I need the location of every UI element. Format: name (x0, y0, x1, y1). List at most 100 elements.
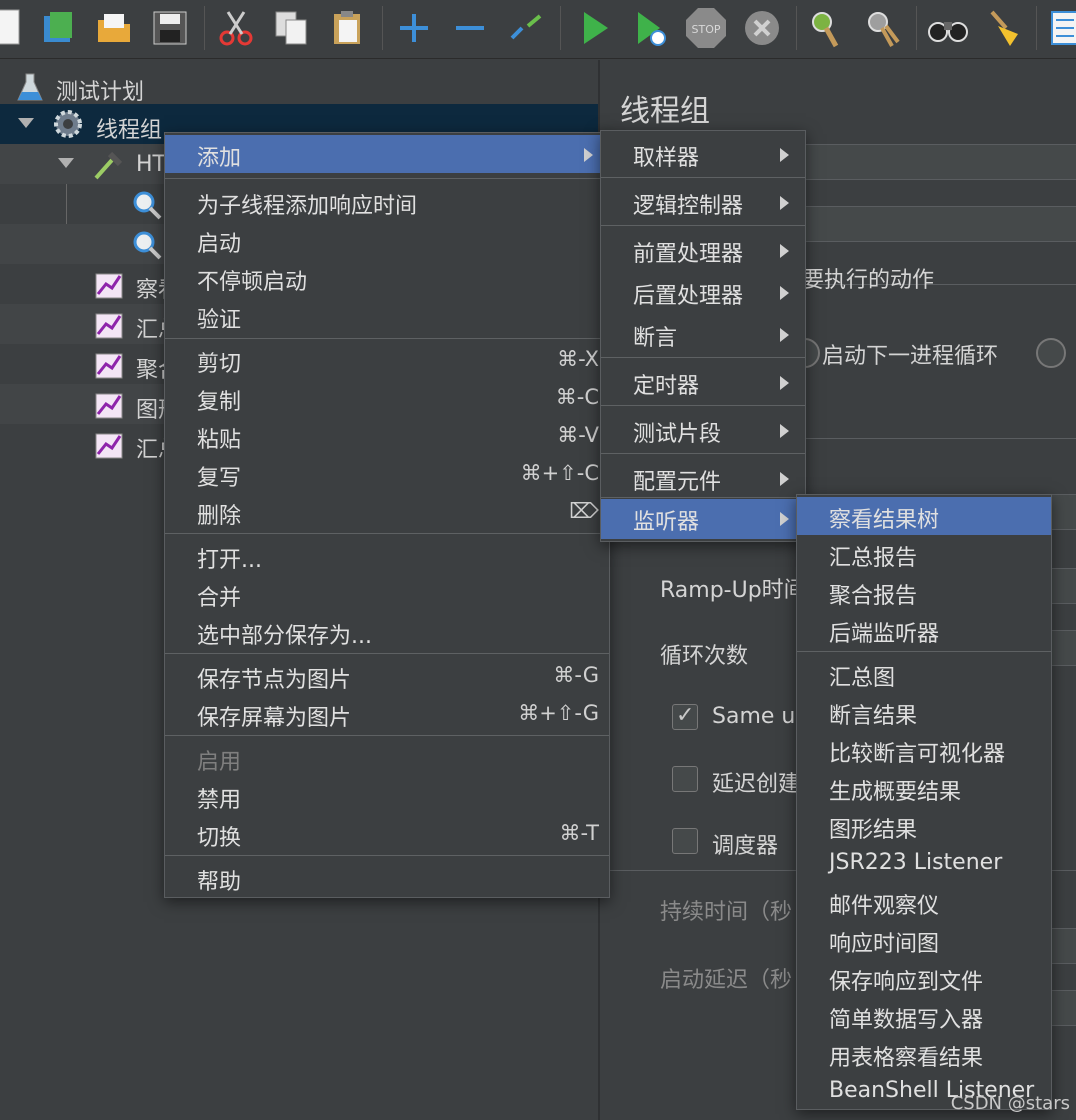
menu-item-duplicate[interactable]: 复写 ⌘+⇧-C (165, 455, 609, 493)
menu-item-label: 后端监听器 (829, 622, 940, 647)
scheduler-checkbox[interactable] (672, 828, 698, 854)
menu-item-label: 合并 (197, 586, 242, 611)
delay-create-checkbox[interactable] (672, 766, 698, 792)
new-icon[interactable] (0, 6, 30, 50)
menu-item-enable: 启用 (165, 739, 609, 777)
menu-item-label: 保存节点为图片 (197, 668, 352, 693)
clear-all-icon[interactable] (860, 6, 904, 50)
menu-item-sampler[interactable]: 取样器 (601, 135, 805, 173)
menu-item-pre-processor[interactable]: 前置处理器 (601, 231, 805, 269)
same-user-checkbox[interactable] (672, 703, 698, 730)
radio-stop-thread[interactable] (1036, 338, 1066, 368)
menu-item-cut[interactable]: 剪切 ⌘-X (165, 341, 609, 379)
menu-item-save-responses[interactable]: 保存响应到文件 (797, 959, 1051, 997)
menu-item-label: 为子线程添加响应时间 (197, 194, 418, 219)
menu-item-aggregate-report[interactable]: 聚合报告 (797, 573, 1051, 611)
menu-item-test-fragment[interactable]: 测试片段 (601, 411, 805, 449)
menu-item-disable[interactable]: 禁用 (165, 777, 609, 815)
paste-icon[interactable] (326, 6, 370, 50)
menu-item-logic-controller[interactable]: 逻辑控制器 (601, 183, 805, 221)
menu-item-label: 逻辑控制器 (633, 194, 744, 219)
menu-item-view-results-table[interactable]: 用表格察看结果 (797, 1035, 1051, 1073)
menu-item-label: 添加 (197, 146, 242, 171)
menu-item-assertion-results[interactable]: 断言结果 (797, 693, 1051, 731)
search-icon[interactable] (926, 6, 970, 50)
shortcut-label: ⌘-V (557, 423, 599, 447)
menu-item-graph-results[interactable]: 图形结果 (797, 807, 1051, 845)
toggle-icon[interactable] (504, 6, 548, 50)
menu-item-label: 启用 (197, 750, 242, 775)
menu-item-start-no-pause[interactable]: 不停顿启动 (165, 259, 609, 297)
start-icon[interactable] (572, 6, 616, 50)
menu-item-label: 打开... (197, 548, 262, 573)
menu-item-start[interactable]: 启动 (165, 221, 609, 259)
menu-item-merge[interactable]: 合并 (165, 575, 609, 613)
menu-item-label: 用表格察看结果 (829, 1046, 984, 1071)
watermark: CSDN @stars (950, 1093, 1070, 1114)
menu-item-label: 保存响应到文件 (829, 970, 984, 995)
menu-item-open[interactable]: 打开... (165, 537, 609, 575)
menu-item-label: 图形结果 (829, 818, 918, 843)
menu-item-label: 剪切 (197, 352, 242, 377)
submenu-arrow-icon (780, 376, 789, 390)
menu-item-label: 察看结果树 (829, 508, 940, 533)
reset-search-icon[interactable] (982, 6, 1026, 50)
menu-item-label: 验证 (197, 308, 242, 333)
save-icon[interactable] (148, 6, 192, 50)
expand-icon[interactable] (392, 6, 436, 50)
start-no-pause-icon[interactable] (628, 6, 672, 50)
menu-item-jsr223-listener[interactable]: JSR223 Listener (797, 845, 1051, 883)
shutdown-icon[interactable] (740, 6, 784, 50)
submenu-arrow-icon (584, 148, 593, 162)
cut-icon[interactable] (214, 6, 258, 50)
chart-listener-icon (94, 390, 123, 419)
flask-icon (16, 72, 44, 101)
menu-item-generate-summary[interactable]: 生成概要结果 (797, 769, 1051, 807)
function-helper-icon[interactable] (1040, 6, 1076, 50)
menu-item-save-node-image[interactable]: 保存节点为图片 ⌘-G (165, 657, 609, 695)
copy-icon[interactable] (270, 6, 314, 50)
menu-item-copy[interactable]: 复制 ⌘-C (165, 379, 609, 417)
collapse-icon[interactable] (448, 6, 492, 50)
menu-item-validate[interactable]: 验证 (165, 297, 609, 335)
menu-item-save-selection[interactable]: 选中部分保存为... (165, 613, 609, 651)
menu-item-summary-report[interactable]: 汇总报告 (797, 535, 1051, 573)
menu-item-label: 监听器 (633, 510, 700, 535)
tree-item-test-plan[interactable]: 测试计划 (0, 66, 598, 106)
collapse-arrow-icon[interactable] (58, 158, 74, 168)
magnifier-icon (132, 190, 162, 220)
menu-item-view-results-tree[interactable]: 察看结果树 (797, 497, 1051, 535)
menu-item-response-time-graph[interactable]: 响应时间图 (797, 921, 1051, 959)
clear-icon[interactable] (804, 6, 848, 50)
pipette-icon (92, 150, 123, 180)
menu-item-help[interactable]: 帮助 (165, 859, 609, 897)
menu-item-post-processor[interactable]: 后置处理器 (601, 273, 805, 311)
menu-item-paste[interactable]: 粘贴 ⌘-V (165, 417, 609, 455)
menu-item-backend-listener[interactable]: 后端监听器 (797, 611, 1051, 649)
menu-item-config-element[interactable]: 配置元件 (601, 459, 805, 497)
menu-item-assertion[interactable]: 断言 (601, 315, 805, 353)
stop-icon[interactable]: STOP (684, 6, 728, 50)
scheduler-label: 调度器 (712, 834, 779, 859)
menu-item-comparison-visualizer[interactable]: 比较断言可视化器 (797, 731, 1051, 769)
templates-icon[interactable] (36, 6, 80, 50)
menu-item-label: 测试片段 (633, 422, 722, 447)
menu-item-timer[interactable]: 定时器 (601, 363, 805, 401)
menu-item-delete[interactable]: 删除 ⌦ (165, 493, 609, 531)
menu-item-label: 邮件观察仪 (829, 894, 940, 919)
delay-create-label: 延迟创建 (712, 772, 801, 797)
menu-item-save-screen-image[interactable]: 保存屏幕为图片 ⌘+⇧-G (165, 695, 609, 733)
menu-item-listener[interactable]: 监听器 (601, 499, 805, 539)
collapse-arrow-icon[interactable] (18, 118, 34, 128)
menu-item-label: 复写 (197, 466, 242, 491)
menu-item-add[interactable]: 添加 (165, 135, 609, 173)
shortcut-label: ⌦ (569, 499, 599, 523)
tree-item-label: HT (136, 152, 166, 177)
menu-item-simple-data-writer[interactable]: 简单数据写入器 (797, 997, 1051, 1035)
submenu-arrow-icon (780, 328, 789, 342)
open-icon[interactable] (92, 6, 136, 50)
menu-item-mailer-visualizer[interactable]: 邮件观察仪 (797, 883, 1051, 921)
menu-item-add-response-time[interactable]: 为子线程添加响应时间 (165, 183, 609, 221)
menu-item-aggregate-graph[interactable]: 汇总图 (797, 655, 1051, 693)
menu-item-toggle[interactable]: 切换 ⌘-T (165, 815, 609, 853)
